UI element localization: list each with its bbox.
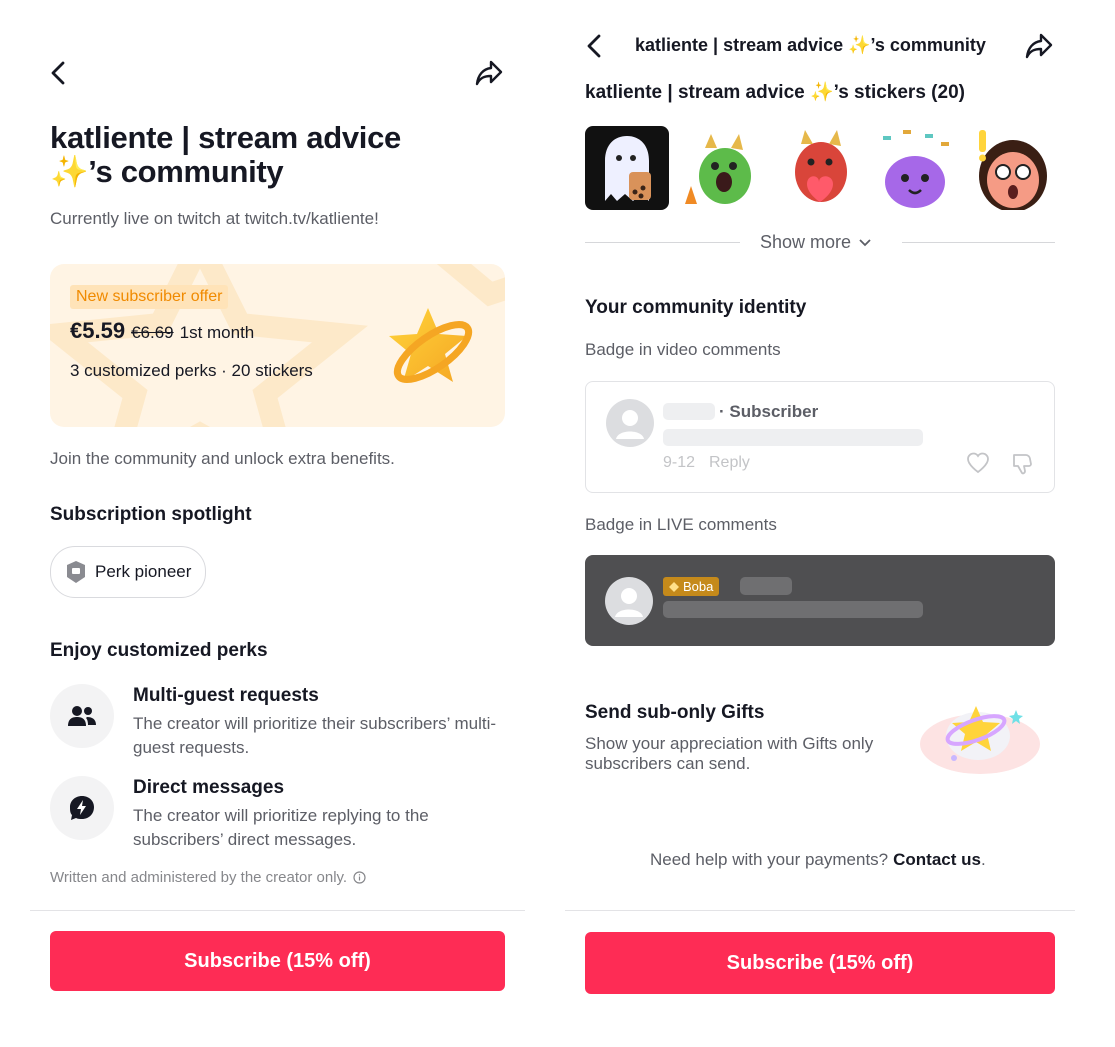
avatar-icon xyxy=(605,577,653,625)
boba-label: Boba xyxy=(683,579,714,594)
sticker-row xyxy=(585,126,1053,210)
ghost-boba-sticker[interactable] xyxy=(585,126,669,210)
share-icon[interactable] xyxy=(474,58,504,88)
username-placeholder xyxy=(663,403,715,420)
perk-title: Direct messages xyxy=(133,777,285,798)
gold-star-icon xyxy=(389,308,473,383)
perks-heading: Enjoy customized perks xyxy=(50,640,268,661)
message-bolt-icon xyxy=(68,794,96,822)
payment-help: Need help with your payments? Contact us… xyxy=(650,850,986,870)
perk-description: The creator will prioritize replying to … xyxy=(133,806,429,849)
contact-us-label: Contact us xyxy=(893,850,981,869)
comment-date: 9-12 xyxy=(663,454,696,471)
share-icon[interactable] xyxy=(1024,31,1054,61)
people-icon xyxy=(67,704,97,728)
badge-live-label: Badge in LIVE comments xyxy=(585,515,777,534)
offer-old-price: €6.69 xyxy=(131,323,174,342)
bottom-divider xyxy=(565,910,1075,911)
gifts-description: Show your appreciation with Gifts only s… xyxy=(585,734,874,773)
surprised-face-sticker[interactable] xyxy=(969,126,1053,210)
comment-text-placeholder xyxy=(663,429,923,446)
green-dragon-sticker[interactable] xyxy=(681,126,765,210)
back-icon[interactable] xyxy=(48,60,70,86)
badge-video-label: Badge in video comments xyxy=(585,340,781,359)
live-comment-preview: Boba xyxy=(585,555,1055,646)
payment-help-text: Need help with your payments? xyxy=(650,850,889,869)
live-comment-placeholder xyxy=(663,601,923,618)
show-more-button[interactable]: Show more xyxy=(760,232,872,253)
dislike-icon xyxy=(1010,452,1034,476)
contact-us-link[interactable]: Contact us. xyxy=(893,850,986,870)
offer-period: 1st month xyxy=(179,323,255,342)
creator-footnote: Written and administered by the creator … xyxy=(50,869,366,886)
subscribe-button[interactable]: Subscribe (15% off) xyxy=(50,931,505,991)
red-dragon-heart-sticker[interactable] xyxy=(777,126,861,210)
spotlight-heading: Subscription spotlight xyxy=(50,504,252,525)
heart-icon xyxy=(966,452,990,474)
comment-reply: Reply xyxy=(709,454,750,471)
join-text: Join the community and unlock extra bene… xyxy=(50,449,395,468)
identity-heading: Your community identity xyxy=(585,297,807,318)
new-subscriber-tag: New subscriber offer xyxy=(70,285,229,309)
show-more-divider-right xyxy=(902,242,1055,243)
perk-description: The creator will prioritize their subscr… xyxy=(133,714,497,757)
video-comment-preview: · Subscriber 9-12 Reply xyxy=(585,381,1055,493)
gifts-heading: Send sub-only Gifts xyxy=(585,702,765,723)
stickers-heading: katliente | stream advice ✨’s stickers (… xyxy=(585,82,965,103)
back-icon[interactable] xyxy=(584,33,606,59)
bottom-divider xyxy=(30,910,525,911)
chevron-down-icon xyxy=(858,238,872,248)
badge-shield-icon xyxy=(65,560,87,584)
live-username-placeholder xyxy=(740,577,792,595)
subscriber-offer-card: New subscriber offer €5.59 €6.69 1st mon… xyxy=(50,264,505,427)
offer-price-row: €5.59 €6.69 1st month xyxy=(70,318,254,344)
show-more-divider-left xyxy=(585,242,740,243)
help-period: . xyxy=(980,850,986,869)
perk-title: Multi-guest requests xyxy=(133,685,319,706)
gift-star-icon xyxy=(920,706,1040,774)
perk-icon-container xyxy=(50,684,114,748)
subscriber-badge-text: · Subscriber xyxy=(719,402,819,421)
header-title: katliente | stream advice ✨’s community xyxy=(635,35,986,55)
community-description: Currently live on twitch at twitch.tv/ka… xyxy=(50,209,379,228)
offer-perks-summary: 3 customized perks · 20 stickers xyxy=(70,361,313,380)
diamond-icon xyxy=(669,581,679,592)
avatar-icon xyxy=(606,399,654,447)
creator-footnote-text: Written and administered by the creator … xyxy=(50,869,348,886)
perk-pioneer-chip[interactable]: Perk pioneer xyxy=(50,546,207,598)
subscribe-button[interactable]: Subscribe (15% off) xyxy=(585,932,1055,994)
boba-badge: Boba xyxy=(663,577,720,596)
info-icon[interactable] xyxy=(353,871,366,884)
perk-pioneer-label: Perk pioneer xyxy=(95,562,192,581)
purple-octopus-sticker[interactable] xyxy=(873,126,957,210)
perk-icon-container xyxy=(50,776,114,840)
show-more-label: Show more xyxy=(760,232,852,252)
offer-price: €5.59 xyxy=(70,318,126,343)
community-title: katliente | stream advice ✨’s community xyxy=(50,120,401,189)
